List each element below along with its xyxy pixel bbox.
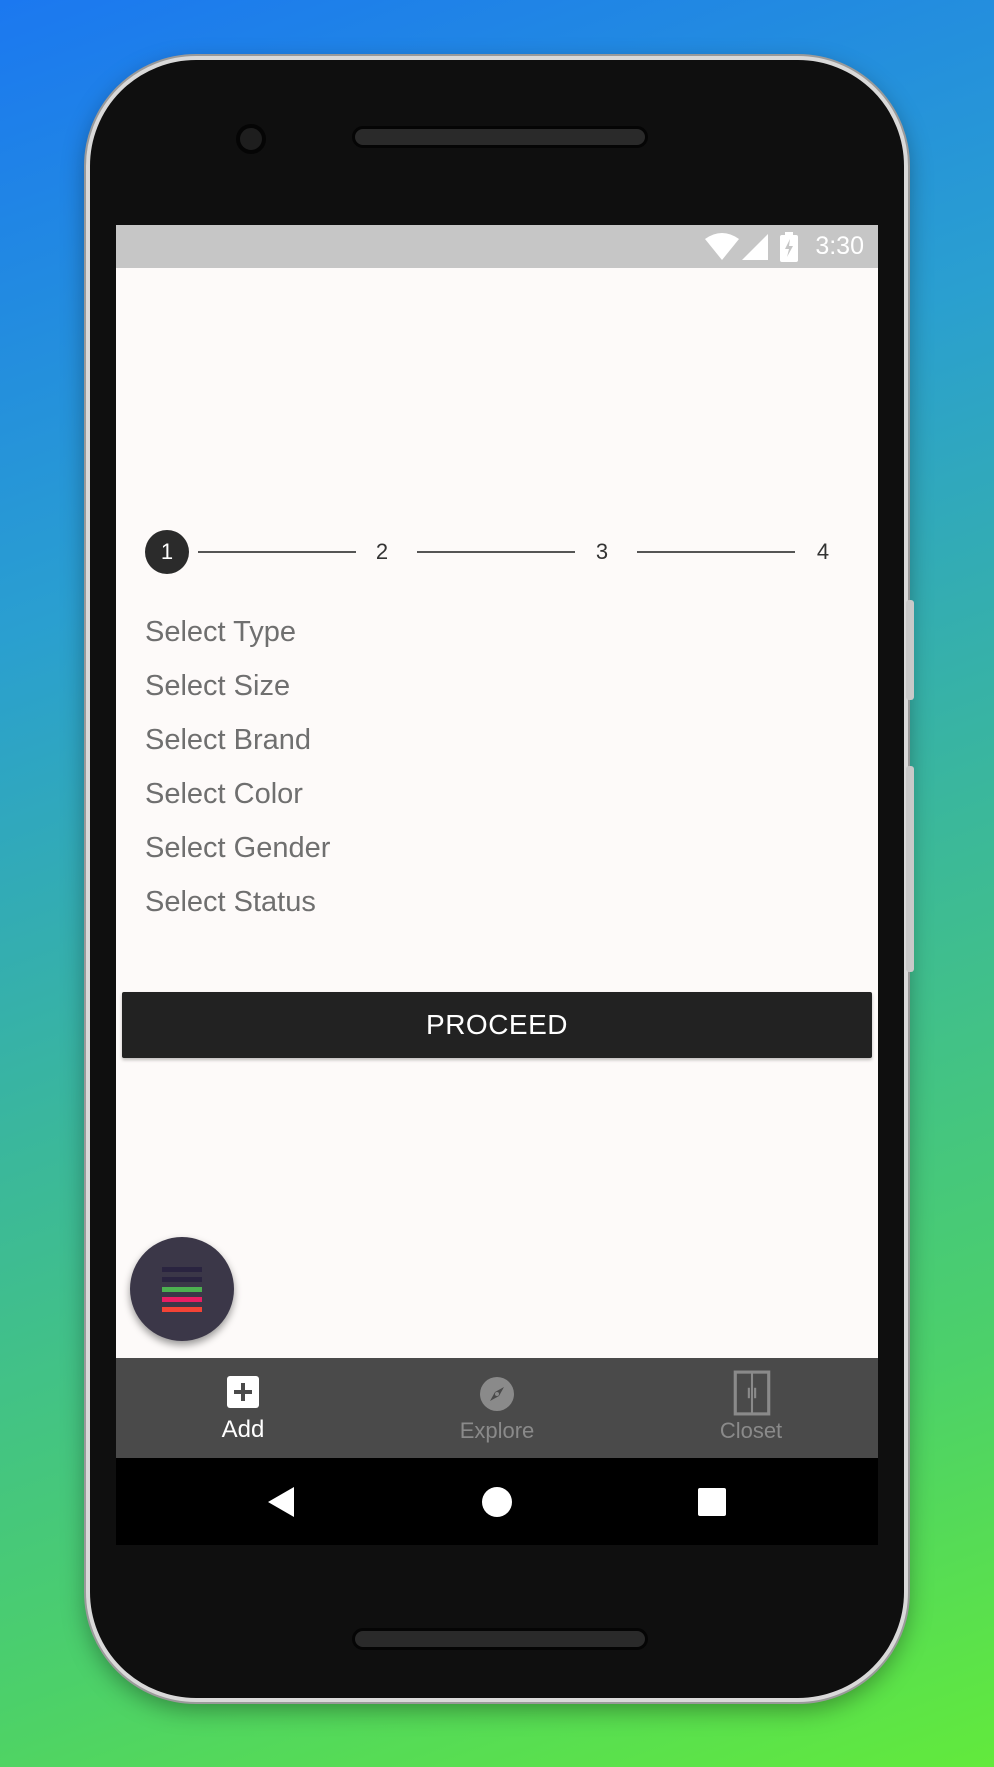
- top-speaker: [352, 126, 648, 148]
- wifi-icon: [705, 233, 739, 260]
- progress-stepper: 1 2 3 4: [145, 530, 855, 574]
- nav-item-explore[interactable]: Explore: [370, 1358, 624, 1458]
- step-4[interactable]: 4: [808, 530, 838, 574]
- step-connector: [417, 551, 575, 553]
- select-status[interactable]: Select Status: [145, 875, 330, 929]
- nav-label-add: Add: [221, 1416, 265, 1443]
- home-icon[interactable]: [481, 1486, 513, 1518]
- step-3[interactable]: 3: [587, 530, 617, 574]
- back-icon[interactable]: [266, 1486, 296, 1518]
- step-connector: [198, 551, 356, 553]
- select-brand[interactable]: Select Brand: [145, 713, 330, 767]
- closet-icon: [733, 1370, 771, 1416]
- menu-line: [162, 1287, 202, 1292]
- menu-line: [162, 1267, 202, 1272]
- step-2[interactable]: 2: [367, 530, 397, 574]
- bottom-navigation: Add Explore Closet: [116, 1358, 878, 1458]
- battery-icon: [780, 232, 798, 262]
- menu-fab-button[interactable]: [130, 1237, 234, 1341]
- front-camera: [236, 124, 266, 154]
- power-button: [906, 766, 914, 972]
- nav-label-closet: Closet: [719, 1418, 783, 1443]
- step-1-current[interactable]: 1: [145, 530, 189, 574]
- select-type[interactable]: Select Type: [145, 605, 330, 659]
- status-time: 3:30: [815, 232, 864, 260]
- menu-line: [162, 1297, 202, 1302]
- menu-line: [162, 1307, 202, 1312]
- status-bar: 3:30: [116, 225, 878, 268]
- nav-item-closet[interactable]: Closet: [624, 1358, 878, 1458]
- select-color[interactable]: Select Color: [145, 767, 330, 821]
- nav-label-explore: Explore: [459, 1418, 535, 1443]
- compass-icon: [480, 1377, 514, 1411]
- proceed-button[interactable]: PROCEED: [122, 992, 872, 1058]
- selection-list: Select Type Select Size Select Brand Sel…: [145, 605, 330, 929]
- step-connector: [637, 551, 795, 553]
- select-gender[interactable]: Select Gender: [145, 821, 330, 875]
- bottom-speaker: [352, 1628, 648, 1650]
- app-screen: 3:30 1 2 3 4 Select Type Select Size Sel…: [116, 225, 878, 1545]
- recents-icon[interactable]: [698, 1488, 726, 1516]
- add-box-icon: [227, 1376, 259, 1408]
- menu-line: [162, 1277, 202, 1282]
- system-navigation-bar: [116, 1458, 878, 1545]
- select-size[interactable]: Select Size: [145, 659, 330, 713]
- signal-icon: [742, 234, 768, 260]
- volume-button: [906, 600, 914, 700]
- nav-item-add[interactable]: Add: [116, 1358, 370, 1458]
